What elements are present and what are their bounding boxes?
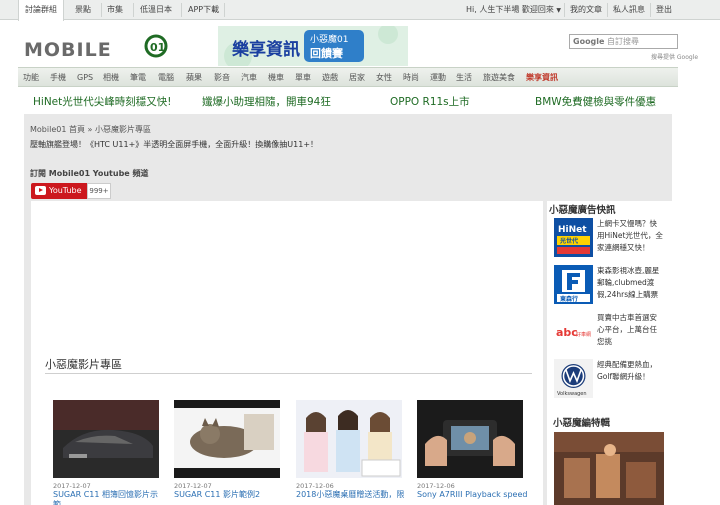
banner-badge: 小惡魔01 xyxy=(310,35,349,45)
subscriber-count: 999+ xyxy=(87,183,111,199)
nav-apple[interactable]: 蘋果 xyxy=(186,68,202,88)
svg-text:01: 01 xyxy=(150,41,165,54)
banner-main-text: 樂享資訊 xyxy=(232,40,300,60)
headline-link[interactable]: 孅爆小助理相隨，開車94狂 xyxy=(202,94,331,109)
svg-text:abc: abc xyxy=(556,326,578,339)
search-powered-by: 搜尋提供 Google xyxy=(651,54,699,61)
nav-car[interactable]: 汽車 xyxy=(241,68,257,88)
subscribe-title: 訂閱 Mobile01 Youtube 頻道 xyxy=(30,169,149,178)
nav-games[interactable]: 遊戲 xyxy=(322,68,338,88)
video-thumbnail[interactable] xyxy=(417,400,523,478)
topnav-spots[interactable]: 景點 xyxy=(75,0,91,20)
private-messages-link[interactable]: 私人訊息 xyxy=(613,0,645,20)
nav-women[interactable]: 女性 xyxy=(376,68,392,88)
nav-motorcycle[interactable]: 機車 xyxy=(268,68,284,88)
nav-sports[interactable]: 運動 xyxy=(430,68,446,88)
nav-computer[interactable]: 電腦 xyxy=(158,68,174,88)
headline-link[interactable]: BMW免費健檢與零件優惠 xyxy=(535,94,656,109)
main-nav: 功能 手機 GPS 相機 筆電 電腦 蘋果 影音 汽車 機車 單車 遊戲 居家 … xyxy=(18,67,678,87)
hinet-ad-icon[interactable]: HiNet 光世代 xyxy=(554,218,593,257)
search-placeholder: 自訂搜尋 xyxy=(607,37,639,46)
promo-description[interactable]: 壓軸旗艦登場！《HTC U11+》半透明全面屏手機，全面升級！換購像抽U11+！ xyxy=(30,139,318,150)
volkswagen-ad-icon[interactable]: Volkswagen xyxy=(554,359,593,398)
youtube-play-icon xyxy=(35,186,46,195)
video-title-link[interactable]: Sony A7RIII Playback speed xyxy=(417,490,529,500)
feature-image[interactable] xyxy=(554,432,664,505)
video-thumbnail[interactable] xyxy=(53,400,159,478)
sidebar-ad-text[interactable]: 東森影視冰壺,麗星郵輪,clubmed渡假,24hrs線上購票 xyxy=(597,265,663,301)
banner-sub-text: 回饋賽 xyxy=(310,47,343,60)
nav-av[interactable]: 影音 xyxy=(214,68,230,88)
section-divider xyxy=(45,373,532,374)
google-brand: Google xyxy=(573,37,605,46)
topnav-market[interactable]: 市集 xyxy=(107,0,123,20)
nav-camera[interactable]: 相機 xyxy=(103,68,119,88)
sidebar-ad-text[interactable]: 買賣中古車首選安心平台，上萬台任您挑 xyxy=(597,312,663,348)
sidebar-feature-title: 小惡魔編特輯 xyxy=(553,418,611,429)
svg-text:HiNet: HiNet xyxy=(558,225,587,235)
nav-bicycle[interactable]: 單車 xyxy=(295,68,311,88)
promo-banner[interactable]: 樂享資訊 小惡魔01 回饋賽 xyxy=(218,26,408,66)
nav-lexiang-info[interactable]: 樂享資訊 xyxy=(526,68,558,88)
nav-travel-food[interactable]: 旅遊美食 xyxy=(483,68,515,88)
svg-text:東森行: 東森行 xyxy=(560,295,578,303)
topnav-japan[interactable]: 低溫日本 xyxy=(140,0,172,20)
my-articles-link[interactable]: 我的文章 xyxy=(570,0,602,20)
video-date: 2017-12-07 xyxy=(53,482,91,490)
svg-text:Volkswagen: Volkswagen xyxy=(557,391,587,397)
nav-phone[interactable]: 手機 xyxy=(50,68,66,88)
nav-gps[interactable]: GPS xyxy=(77,68,93,88)
abc-car-ad-icon[interactable]: abc 好車網 xyxy=(554,312,593,351)
top-bar: 討論群組 景點 市集 低溫日本 APP下載 Hi, 人生下半場 歡迎回來 ▼ 我… xyxy=(0,0,720,21)
headline-link[interactable]: OPPO R11s上市 xyxy=(390,94,470,109)
headline-link[interactable]: HiNet光世代尖峰時刻穩又快! xyxy=(33,94,171,109)
search-input[interactable]: Google 自訂搜尋 xyxy=(569,34,678,49)
section-title: 小惡魔影片專區 xyxy=(45,358,122,371)
video-thumbnail[interactable] xyxy=(296,400,402,478)
nav-life[interactable]: 生活 xyxy=(456,68,472,88)
travel-ad-icon[interactable]: 東森行 xyxy=(554,265,593,304)
chevron-down-icon: ▼ xyxy=(556,7,562,14)
nav-home[interactable]: 居家 xyxy=(349,68,365,88)
breadcrumb[interactable]: Mobile01 首頁 » 小惡魔影片專區 xyxy=(30,124,151,135)
nav-notebook[interactable]: 筆電 xyxy=(130,68,146,88)
video-title-link[interactable]: 2018小惡魔桌曆贈送活動，限 xyxy=(296,490,408,500)
nav-fashion[interactable]: 時尚 xyxy=(403,68,419,88)
video-date: 2017-12-07 xyxy=(174,482,212,490)
svg-text:光世代: 光世代 xyxy=(559,237,578,245)
nav-feature[interactable]: 功能 xyxy=(23,68,39,88)
video-title-link[interactable]: SUGAR C11 影片範例2 xyxy=(174,490,286,500)
topnav-app-download[interactable]: APP下載 xyxy=(188,0,219,20)
sidebar-ad-title: 小惡魔廣告快訊 xyxy=(549,205,616,216)
video-title-link[interactable]: SUGAR C11 相簿回憶影片示範 xyxy=(53,490,165,505)
video-date: 2017-12-06 xyxy=(417,482,455,490)
user-greeting[interactable]: Hi, 人生下半場 歡迎回來 ▼ xyxy=(466,0,561,20)
youtube-button-label: YouTube xyxy=(49,186,82,195)
site-logo[interactable]: MOBILE 01 xyxy=(24,34,174,64)
topnav-forum-groups[interactable]: 討論群組 xyxy=(18,0,64,21)
video-thumbnail[interactable] xyxy=(174,400,280,478)
logout-link[interactable]: 登出 xyxy=(656,0,672,20)
svg-text:好車網: 好車網 xyxy=(576,331,591,338)
sidebar-ad-text[interactable]: 經典配備更熱血，Golf聯網升級！ xyxy=(597,359,663,383)
sidebar-ad-text[interactable]: 上網卡又慢嗎？快用HiNet光世代，全家連網穩又快！ xyxy=(597,218,663,254)
svg-text:MOBILE: MOBILE xyxy=(24,39,112,61)
video-date: 2017-12-06 xyxy=(296,482,334,490)
